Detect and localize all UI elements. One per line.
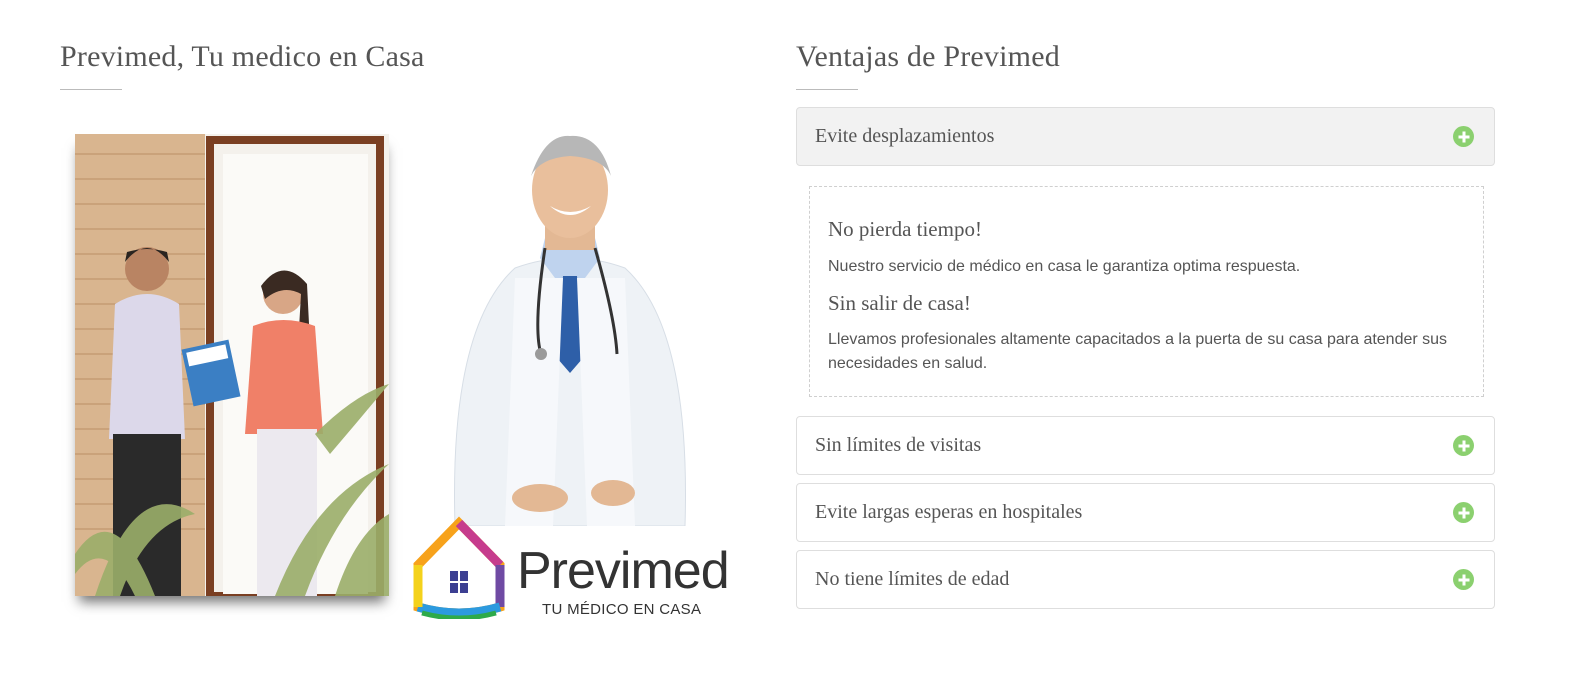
accordion-header-evite-desplazamientos[interactable]: Evite desplazamientos: [796, 107, 1495, 166]
accordion-panel-evite-desplazamientos: No pierda tiempo! Nuestro servicio de mé…: [809, 186, 1484, 397]
title-underline: [60, 89, 122, 90]
plus-circle-icon[interactable]: [1453, 126, 1474, 147]
accordion-header-sin-limites-de-visitas[interactable]: Sin límites de visitas: [796, 416, 1495, 475]
right-column: Ventajas de Previmed Evite desplazamient…: [796, 0, 1531, 687]
section-title-previmed: Previmed, Tu medico en Casa: [60, 40, 425, 73]
accordion-label: Evite largas esperas en hospitales: [815, 501, 1083, 523]
home-visit-illustration: [75, 134, 389, 596]
house-logo-icon: [413, 516, 505, 619]
panel-heading-sin-salir-de-casa: Sin salir de casa!: [828, 291, 971, 315]
accordion-label: Sin límites de visitas: [815, 434, 982, 456]
doctor-image: [454, 135, 686, 526]
logo-wordmark: Previmed: [517, 542, 730, 600]
panel-text-profesionales: Llevamos profesionales altamente capacit…: [828, 331, 1448, 372]
logo-tagline: TU MÉDICO EN CASA: [542, 601, 702, 618]
plus-circle-icon[interactable]: [1453, 435, 1474, 456]
previmed-logo: Previmed TU MÉDICO EN CASA: [412, 515, 742, 625]
accordion-header-no-tiene-limites-de-edad[interactable]: No tiene límites de edad: [796, 550, 1495, 609]
panel-text-respuesta: Nuestro servicio de médico en casa le ga…: [828, 258, 1301, 275]
accordion-label: No tiene límites de edad: [815, 568, 1010, 590]
panel-heading-no-pierda-tiempo: No pierda tiempo!: [828, 217, 982, 241]
accordion-header-evite-largas-esperas[interactable]: Evite largas esperas en hospitales: [796, 483, 1495, 542]
advantages-accordion: Evite desplazamientos No pierda tiempo! …: [796, 0, 1496, 687]
home-visit-photo: [75, 134, 389, 596]
left-column: Previmed, Tu medico en Casa Previmed TU …: [60, 0, 750, 687]
plus-circle-icon[interactable]: [1453, 569, 1474, 590]
accordion-label: Evite desplazamientos: [815, 125, 995, 147]
plus-circle-icon[interactable]: [1453, 502, 1474, 523]
